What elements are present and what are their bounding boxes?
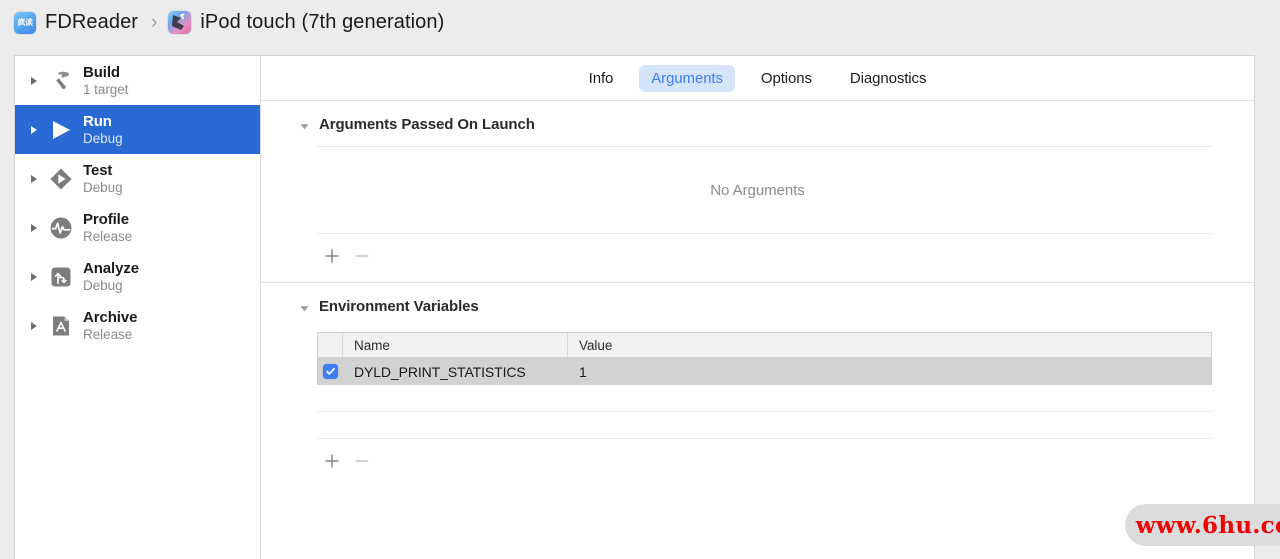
disclosure-triangle-test-icon[interactable] — [23, 174, 45, 184]
ipod-touch-icon — [168, 11, 192, 34]
row-value-cell[interactable]: 1 — [568, 364, 1211, 380]
arguments-pane: Arguments Passed On Launch No Arguments — [261, 101, 1254, 559]
hammer-icon — [45, 68, 77, 94]
app-icon-glyph: 疯读 — [17, 17, 33, 27]
table-row[interactable]: DYLD_PRINT_STATISTICS 1 — [318, 358, 1211, 385]
watermark-text: www.6hu.cc — [1135, 511, 1280, 539]
no-arguments-label: No Arguments — [710, 181, 805, 199]
row-enabled-checkbox-cell — [318, 364, 343, 379]
branch-arrow-icon — [45, 264, 77, 290]
environment-table-filler — [317, 385, 1212, 439]
environment-section-header[interactable]: Environment Variables — [261, 283, 1254, 328]
sidebar-item-subtitle: Debug — [83, 179, 123, 195]
breadcrumb: 疯读 FDReader › iPod touch (7th generation… — [0, 0, 1280, 45]
sidebar-item-analyze[interactable]: Analyze Debug — [15, 252, 260, 301]
sidebar-item-subtitle: Debug — [83, 130, 123, 146]
sidebar-item-archive[interactable]: Archive Release — [15, 301, 260, 350]
checkbox-checked-icon[interactable] — [323, 364, 338, 379]
project-name: FDReader — [45, 11, 139, 33]
scheme-actions-sidebar: Build 1 target Run Debug Test Debug Prof… — [15, 56, 261, 559]
sidebar-item-run[interactable]: Run Debug — [15, 105, 260, 154]
triangle-down-icon[interactable] — [299, 301, 310, 312]
sidebar-item-label: Analyze — [83, 259, 139, 277]
disclosure-triangle-profile-icon[interactable] — [23, 223, 45, 233]
disclosure-triangle-build-icon[interactable] — [23, 76, 45, 86]
triangle-down-icon[interactable] — [299, 119, 310, 130]
sidebar-item-label: Build — [83, 63, 120, 81]
sidebar-item-label: Profile — [83, 210, 129, 228]
sidebar-item-label: Test — [83, 161, 113, 179]
app-icon: 疯读 — [14, 11, 36, 34]
disclosure-triangle-archive-icon[interactable] — [23, 321, 45, 331]
breadcrumb-project[interactable]: 疯读 FDReader — [14, 11, 138, 34]
watermark: www.6hu.cc — [1125, 504, 1280, 546]
tab-diagnostics[interactable]: Diagnostics — [838, 65, 938, 92]
sidebar-item-label: Archive — [83, 308, 138, 326]
arguments-section-title: Arguments Passed On Launch — [319, 116, 535, 133]
add-argument-button[interactable] — [321, 245, 343, 267]
environment-section-title: Environment Variables — [319, 298, 479, 315]
table-header-checkbox-column — [318, 333, 343, 357]
tab-arguments[interactable]: Arguments — [639, 64, 735, 92]
breadcrumb-device[interactable]: iPod touch (7th generation) — [168, 11, 444, 34]
remove-argument-button[interactable] — [351, 245, 373, 267]
scheme-editor-window: Build 1 target Run Debug Test Debug Prof… — [14, 55, 1255, 559]
archive-document-icon — [45, 313, 77, 339]
sidebar-item-label: Run — [83, 112, 112, 130]
tab-options[interactable]: Options — [749, 65, 824, 92]
sidebar-item-subtitle: Debug — [83, 277, 123, 293]
arguments-section-header[interactable]: Arguments Passed On Launch — [261, 101, 1254, 146]
sidebar-item-test[interactable]: Test Debug — [15, 154, 260, 203]
environment-variables-table: Name Value DYLD_PRINT_STATISTICS 1 — [317, 332, 1212, 385]
device-name: iPod touch (7th generation) — [200, 11, 445, 33]
tab-bar: Info Arguments Options Diagnostics — [261, 56, 1254, 101]
table-header-value[interactable]: Value — [568, 333, 1211, 357]
scheme-detail-pane: Info Arguments Options Diagnostics Argum… — [261, 56, 1254, 559]
play-icon — [45, 117, 77, 143]
sidebar-item-profile[interactable]: Profile Release — [15, 203, 260, 252]
disclosure-triangle-analyze-icon[interactable] — [23, 272, 45, 282]
breadcrumb-separator: › — [151, 11, 158, 33]
arguments-empty-state: No Arguments — [261, 147, 1254, 233]
row-name-cell[interactable]: DYLD_PRINT_STATISTICS — [343, 364, 568, 380]
add-environment-variable-button[interactable] — [321, 450, 343, 472]
waveform-circle-icon — [45, 215, 77, 241]
environment-add-remove-controls — [261, 439, 1254, 472]
sidebar-item-subtitle: 1 target — [83, 81, 129, 97]
sidebar-item-subtitle: Release — [83, 228, 133, 244]
table-header-name[interactable]: Name — [343, 333, 568, 357]
sidebar-item-build[interactable]: Build 1 target — [15, 56, 260, 105]
remove-environment-variable-button[interactable] — [351, 450, 373, 472]
disclosure-triangle-run-icon[interactable] — [23, 125, 45, 135]
tab-info[interactable]: Info — [577, 65, 626, 92]
table-header-row: Name Value — [318, 333, 1211, 358]
arguments-add-remove-controls — [261, 234, 1254, 267]
diamond-play-icon — [45, 166, 77, 192]
sidebar-item-subtitle: Release — [83, 326, 133, 342]
